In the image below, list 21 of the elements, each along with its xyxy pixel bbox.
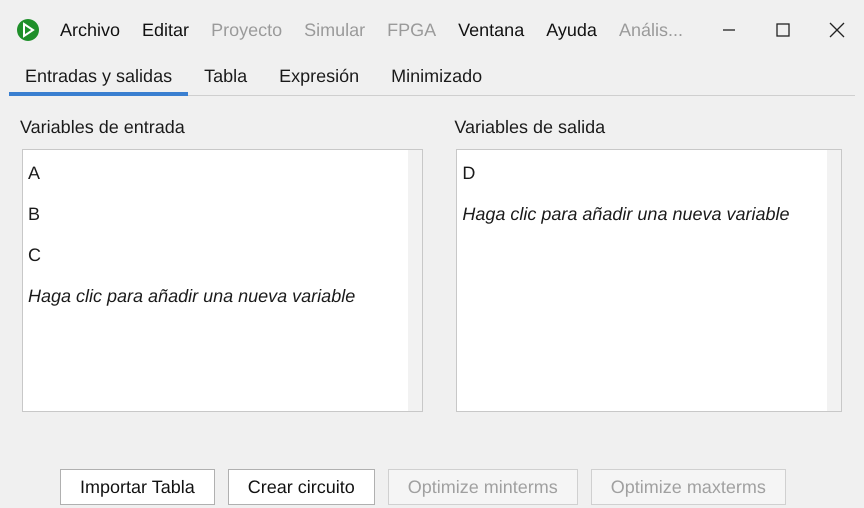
panel-title: Variables de entrada bbox=[20, 116, 186, 139]
action-button[interactable]: Importar Tabla bbox=[60, 469, 215, 505]
tab[interactable]: Minimizado bbox=[375, 60, 498, 96]
variable-item[interactable]: C bbox=[28, 242, 408, 283]
variable-item[interactable]: D bbox=[462, 160, 827, 201]
variable-item[interactable]: A bbox=[28, 160, 408, 201]
maximize-icon bbox=[776, 23, 790, 37]
menu-item[interactable]: Archivo bbox=[60, 16, 120, 44]
variable-item[interactable]: B bbox=[28, 201, 408, 242]
close-icon bbox=[829, 22, 845, 38]
action-button[interactable]: Crear circuito bbox=[228, 469, 375, 505]
add-variable-hint[interactable]: Haga clic para añadir una nueva variable bbox=[28, 283, 408, 324]
tab[interactable]: Expresión bbox=[263, 60, 376, 96]
app-logo-icon bbox=[16, 18, 40, 42]
menu-item[interactable]: Editar bbox=[142, 16, 190, 44]
panel-title: Variables de salida bbox=[454, 116, 606, 139]
tab[interactable]: Entradas y salidas bbox=[9, 60, 188, 96]
menu-item[interactable]: Ayuda bbox=[546, 16, 597, 44]
tab[interactable]: Tabla bbox=[188, 60, 264, 96]
menu-item[interactable]: Ventana bbox=[458, 16, 524, 44]
add-variable-hint[interactable]: Haga clic para añadir una nueva variable bbox=[462, 201, 827, 242]
